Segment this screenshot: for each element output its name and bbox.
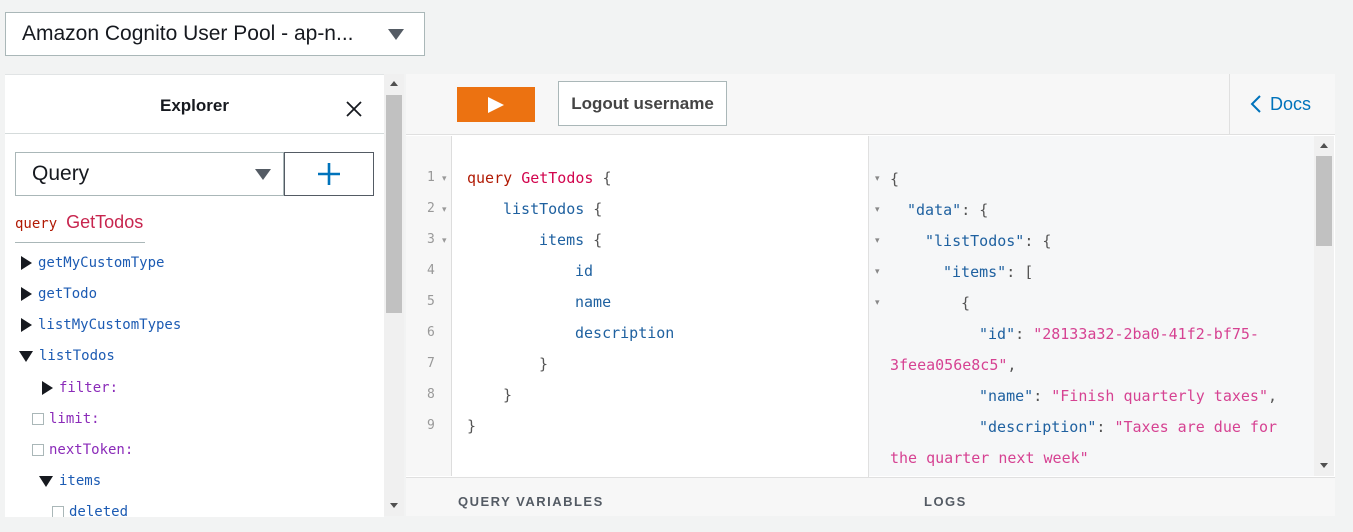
scroll-up-icon[interactable] bbox=[1320, 143, 1328, 148]
tree-item-nextToken[interactable]: nextToken: bbox=[32, 439, 133, 461]
code-line: id bbox=[575, 262, 594, 280]
explorer-title: Explorer bbox=[160, 96, 229, 115]
tree-item-label: filter: bbox=[59, 380, 119, 396]
line-number: 8 bbox=[427, 387, 435, 402]
explorer-scrollbar[interactable] bbox=[384, 74, 404, 516]
fold-arrow-icon[interactable]: ▾ bbox=[442, 173, 447, 184]
tree-item-label: listMyCustomTypes bbox=[38, 317, 182, 333]
operation-name-line: query GetTodos bbox=[15, 212, 146, 243]
tree-item-deleted[interactable]: deleted bbox=[52, 501, 128, 517]
tree-item-getMyCustomType[interactable]: getMyCustomType bbox=[21, 252, 164, 274]
auth-mode-label: Amazon Cognito User Pool - ap-n... bbox=[22, 22, 354, 45]
tree-item-label: nextToken: bbox=[49, 442, 134, 458]
explorer-panel: Explorer Query query GetTodos getMyCusto… bbox=[5, 74, 384, 517]
tree-item-getTodo[interactable]: getTodo bbox=[21, 283, 97, 305]
auth-mode-select[interactable]: Amazon Cognito User Pool - ap-n... bbox=[5, 12, 425, 56]
tree-item-label: getMyCustomType bbox=[38, 255, 165, 271]
code-line: listTodos { bbox=[503, 200, 603, 218]
play-icon bbox=[488, 96, 504, 113]
result-line: "description": "Taxes are due for bbox=[979, 418, 1278, 436]
fold-arrow-icon[interactable]: ▾ bbox=[875, 297, 880, 308]
fold-arrow-icon[interactable]: ▾ bbox=[875, 235, 880, 246]
code-line: query GetTodos { bbox=[467, 169, 612, 187]
run-query-button[interactable] bbox=[457, 87, 535, 122]
tree-item-listTodos[interactable]: listTodos bbox=[19, 345, 115, 367]
tree-item-items[interactable]: items bbox=[39, 470, 101, 492]
expand-arrow-icon bbox=[21, 256, 32, 270]
checkbox[interactable] bbox=[32, 413, 44, 425]
scroll-down-icon[interactable] bbox=[390, 503, 398, 508]
result-line: { bbox=[961, 294, 971, 312]
tree-item-label: limit: bbox=[49, 411, 100, 427]
tree-item-label: getTodo bbox=[38, 286, 98, 302]
code-line: description bbox=[575, 324, 675, 342]
bottom-bar: QUERY VARIABLES LOGS bbox=[406, 477, 1335, 516]
scrollbar-thumb[interactable] bbox=[386, 95, 402, 313]
fold-arrow-icon[interactable]: ▾ bbox=[442, 204, 447, 215]
explorer-header: Explorer bbox=[5, 75, 384, 134]
result-line: 3feea056e8c5", bbox=[890, 356, 1017, 374]
close-icon[interactable] bbox=[344, 99, 364, 119]
operation-keyword: query bbox=[15, 216, 58, 232]
result-line: "name": "Finish quarterly taxes", bbox=[979, 387, 1278, 405]
query-variables-tab[interactable]: QUERY VARIABLES bbox=[458, 494, 604, 509]
checkbox[interactable] bbox=[32, 444, 44, 456]
tree-item-label: items bbox=[59, 473, 102, 489]
expand-arrow-icon bbox=[21, 318, 32, 332]
line-number: 4 bbox=[427, 263, 435, 278]
code-line: } bbox=[467, 417, 477, 435]
scroll-up-icon[interactable] bbox=[390, 81, 398, 86]
scrollbar-thumb[interactable] bbox=[1316, 156, 1332, 246]
result-viewer: ▾ ▾ ▾ ▾ ▾ { "data": { "listTodos": { "it… bbox=[869, 136, 1314, 476]
chevron-left-icon bbox=[1250, 95, 1261, 113]
scroll-down-icon[interactable] bbox=[1320, 463, 1328, 468]
operation-name-field[interactable]: GetTodos bbox=[66, 212, 143, 233]
caret-down-icon bbox=[388, 28, 404, 40]
fold-arrow-icon[interactable]: ▾ bbox=[442, 235, 447, 246]
operation-type-label: Query bbox=[32, 162, 90, 185]
result-line: "id": "28133a32-2ba0-41f2-bf75- bbox=[979, 325, 1259, 343]
caret-down-icon bbox=[255, 168, 271, 180]
logout-button[interactable]: Logout username bbox=[558, 81, 727, 126]
tree-item-listMyCustomTypes[interactable]: listMyCustomTypes bbox=[21, 314, 181, 336]
tree-item-limit[interactable]: limit: bbox=[32, 408, 100, 430]
result-line: "data": { bbox=[907, 201, 989, 219]
line-number-gutter: 1 ▾ 2 ▾ 3 ▾ 4 5 6 7 8 9 bbox=[406, 136, 452, 476]
line-number: 7 bbox=[427, 356, 435, 371]
tree-item-filter[interactable]: filter: bbox=[42, 377, 118, 399]
plus-icon bbox=[318, 163, 340, 185]
docs-label: Docs bbox=[1270, 93, 1312, 114]
add-operation-button[interactable] bbox=[284, 152, 374, 196]
expand-arrow-icon bbox=[42, 381, 53, 395]
result-line: the quarter next week" bbox=[890, 449, 1089, 467]
logs-tab[interactable]: LOGS bbox=[924, 494, 967, 509]
tree-item-label: deleted bbox=[69, 504, 129, 517]
code-line: } bbox=[503, 386, 513, 404]
code-line: name bbox=[575, 293, 612, 311]
result-line: { bbox=[890, 170, 900, 188]
fold-arrow-icon[interactable]: ▾ bbox=[875, 204, 880, 215]
code-line: } bbox=[539, 355, 549, 373]
expand-arrow-icon bbox=[21, 287, 32, 301]
collapse-arrow-icon bbox=[19, 350, 33, 362]
tree-item-label: listTodos bbox=[39, 348, 115, 364]
result-line: "items": [ bbox=[943, 263, 1034, 281]
code-line: items { bbox=[539, 231, 603, 249]
docs-button[interactable]: Docs bbox=[1229, 74, 1335, 134]
result-scrollbar[interactable] bbox=[1314, 136, 1334, 476]
collapse-arrow-icon bbox=[39, 475, 53, 487]
checkbox[interactable] bbox=[52, 506, 64, 517]
graphiql-panel: Logout username Docs 1 ▾ 2 ▾ 3 ▾ 4 5 6 7… bbox=[406, 74, 1335, 516]
result-line: "listTodos": { bbox=[925, 232, 1052, 250]
editor-toolbar: Logout username Docs bbox=[406, 74, 1335, 135]
line-number: 5 bbox=[427, 294, 435, 309]
fold-arrow-icon[interactable]: ▾ bbox=[875, 266, 880, 277]
line-number: 9 bbox=[427, 418, 435, 433]
line-number: 6 bbox=[427, 325, 435, 340]
operation-type-select[interactable]: Query bbox=[15, 152, 284, 196]
fold-arrow-icon[interactable]: ▾ bbox=[875, 173, 880, 184]
